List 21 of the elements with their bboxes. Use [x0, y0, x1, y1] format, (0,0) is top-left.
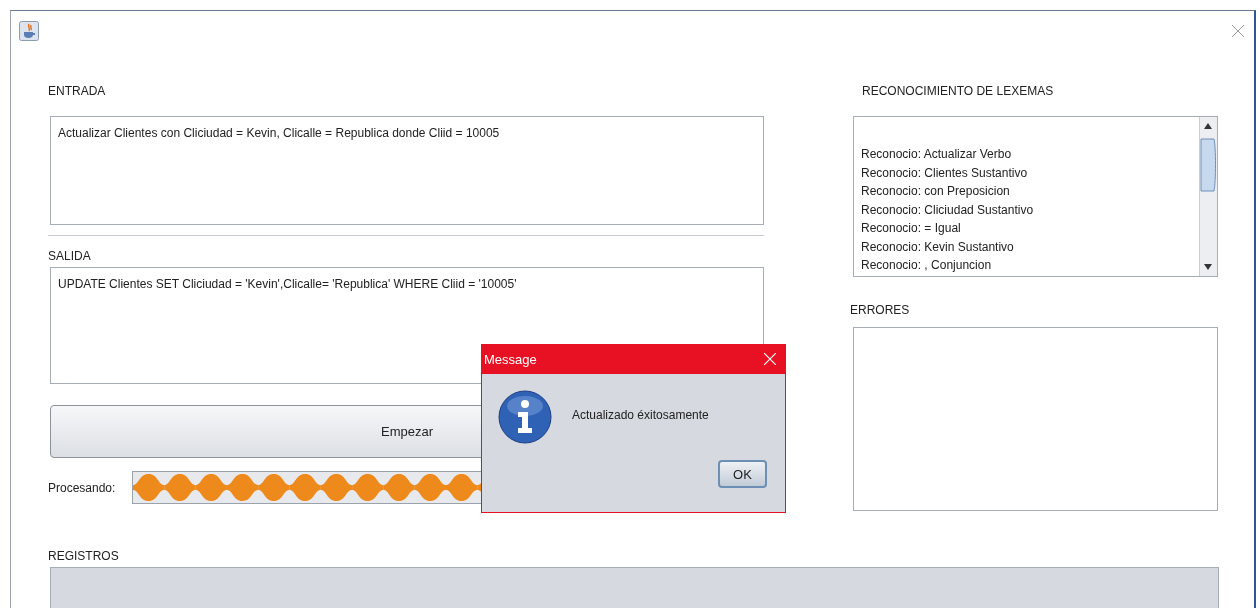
dialog-message: Actualizado éxitosamente [572, 408, 709, 422]
lexeme-line: Reconocio: Actualizar Verbo [861, 146, 1013, 163]
progress-label: Procesando: [48, 480, 116, 495]
info-icon [498, 390, 552, 444]
scrollbar[interactable] [1199, 117, 1217, 276]
section-label: SALIDA [48, 249, 92, 263]
lexeme-line: Reconocio: , Conjuncion [861, 257, 993, 274]
lexeme-line: Reconocio: Clientes Sustantivo [861, 164, 1029, 182]
lexeme-line: Reconocio: = Igual [861, 220, 962, 237]
lexeme-line: Reconocio: con Preposicion [861, 183, 1011, 200]
section-label: ENTRADA [48, 84, 107, 98]
section-label: ERRORES [850, 303, 911, 317]
java-cup-icon [19, 21, 39, 41]
dialog-title: Message [484, 351, 537, 367]
input-field[interactable]: Actualizar Clientes con Cliciudad = Kevin, Clicalle = Republica donde Cliid = 10005 [50, 116, 764, 225]
section-label: REGISTROS [48, 549, 120, 563]
ok-button[interactable]: OK [718, 460, 767, 488]
section-label: RECONOCIMIENTO DE LEXEMAS [862, 84, 1055, 98]
lexeme-line: Reconocio: Kevin Sustantivo [861, 238, 1015, 256]
close-icon[interactable] [1232, 25, 1244, 37]
lexeme-line: Reconocio: Cliciudad Sustantivo [861, 201, 1035, 219]
